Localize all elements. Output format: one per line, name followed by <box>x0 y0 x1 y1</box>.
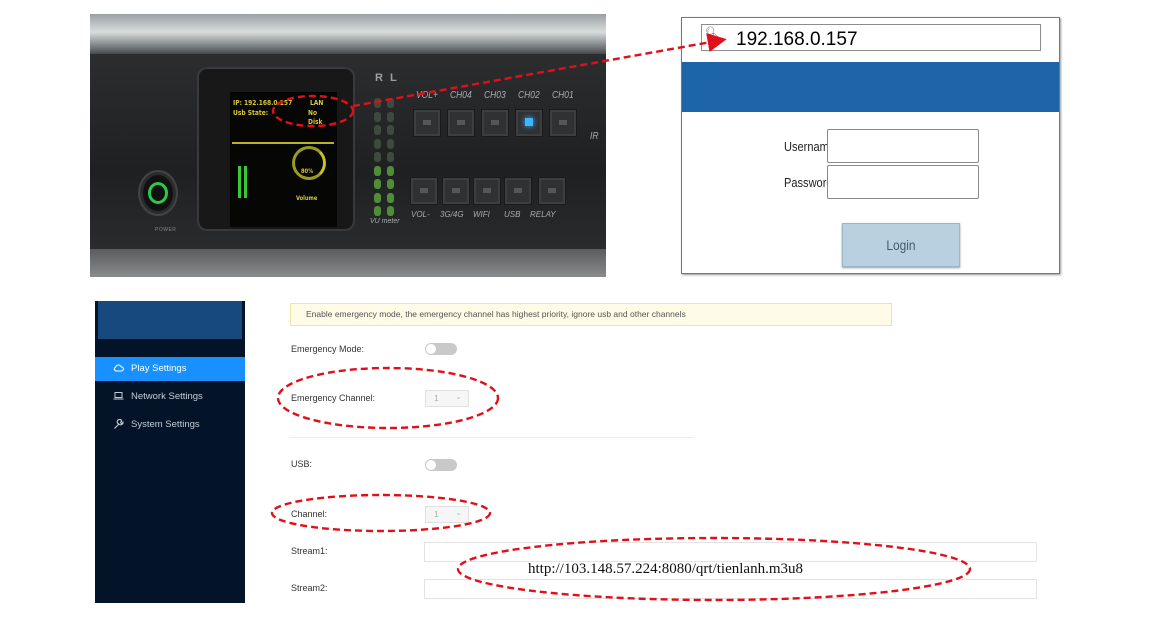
key-label-3g4g: 3G/4G <box>440 210 464 219</box>
stream1-label: Stream1: <box>291 546 328 556</box>
vu-led <box>387 111 394 122</box>
ch02-key <box>515 109 543 137</box>
channel-value: 1 <box>434 509 439 519</box>
volume-percent: 80% <box>301 168 314 175</box>
address-text: 192.168.0.157 <box>736 29 858 50</box>
usb-key <box>504 177 532 205</box>
cloud-icon <box>113 363 124 374</box>
emergency-mode-label: Emergency Mode: <box>291 344 365 354</box>
login-header-band <box>682 62 1059 112</box>
key-label-usb: USB <box>504 210 521 219</box>
vu-led <box>387 179 394 189</box>
vu-led <box>387 165 394 176</box>
vu-led <box>374 179 381 189</box>
vu-led <box>387 206 394 216</box>
channel-select[interactable]: 1 ⌄ <box>425 506 469 523</box>
login-button-label: Login <box>886 237 916 253</box>
vu-l-label: L <box>390 72 397 84</box>
wrench-icon <box>113 418 124 430</box>
sidebar-item-play-settings[interactable]: Play Settings <box>95 357 245 381</box>
vu-meter-label: VU meter <box>370 218 400 225</box>
usb-toggle[interactable] <box>425 459 457 471</box>
section-divider <box>290 437 693 438</box>
usb-label: USB: <box>291 459 313 469</box>
ch04-key <box>447 109 475 137</box>
key-label-ch02: CH02 <box>518 90 540 101</box>
password-field[interactable] <box>827 165 979 199</box>
lcd-no-disk: No Disk <box>308 109 323 126</box>
vol-down-key <box>410 177 438 205</box>
login-page-screenshot: 🔍︎ 192.168.0.157 Username Password Login <box>681 17 1060 274</box>
vu-led <box>374 138 381 149</box>
key-label-ch04: CH04 <box>450 90 472 101</box>
search-icon: 🔍︎ <box>705 27 719 39</box>
sidebar-item-label: Network Settings <box>131 391 203 402</box>
key-label-ch01: CH01 <box>552 90 574 101</box>
sidebar-item-label: System Settings <box>131 419 200 430</box>
vu-led <box>374 125 381 135</box>
channel-label: Channel: <box>291 509 328 519</box>
lcd-level-bar <box>238 166 241 198</box>
vu-led <box>387 125 394 135</box>
emergency-channel-select[interactable]: 1 ⌄ <box>425 390 469 407</box>
lcd-ip: IP: 192.168.0.157 <box>233 99 293 107</box>
sidebar-item-label: Play Settings <box>131 363 187 374</box>
vu-led <box>374 98 381 108</box>
notice-text: Enable emergency mode, the emergency cha… <box>306 309 686 319</box>
wifi-key <box>473 177 501 205</box>
lcd-usb-state: Usb State: <box>233 109 269 117</box>
username-field[interactable] <box>827 129 979 163</box>
key-label-vol-up: VOL+ <box>416 90 438 101</box>
ch03-key <box>481 109 509 137</box>
sidebar-logo-area <box>98 301 242 339</box>
password-label: Password <box>784 175 833 190</box>
lcd-level-bar <box>244 166 247 198</box>
vu-led <box>374 111 381 122</box>
laptop-icon <box>113 391 124 402</box>
chevron-down-icon: ⌄ <box>455 392 462 401</box>
lcd-divider <box>232 142 334 144</box>
vol-up-key <box>413 109 441 137</box>
vu-led <box>374 206 381 216</box>
device-front-panel-photo: POWER IP: 192.168.0.157 LAN Usb State: N… <box>90 14 606 277</box>
emergency-mode-toggle[interactable] <box>425 343 457 355</box>
emergency-notice-banner: Enable emergency mode, the emergency cha… <box>290 303 892 326</box>
sidebar-item-network-settings[interactable]: Network Settings <box>95 385 245 409</box>
relay-key <box>538 177 566 205</box>
stream1-input[interactable] <box>424 542 1037 562</box>
key-label-wifi: WIFI <box>473 210 490 219</box>
lcd-screen: IP: 192.168.0.157 LAN Usb State: No Disk… <box>230 92 337 227</box>
vu-r-label: R <box>375 72 383 84</box>
key-label-vol-down: VOL- <box>411 210 430 219</box>
emergency-channel-value: 1 <box>434 393 439 403</box>
vu-led <box>387 138 394 149</box>
emergency-channel-label: Emergency Channel: <box>291 393 376 403</box>
stream-url-annotation: http://103.148.57.224:8080/qrt/tienlanh.… <box>528 561 803 577</box>
login-button[interactable]: Login <box>842 223 960 267</box>
3g4g-key <box>442 177 470 205</box>
sidebar: Play Settings Network Settings System Se… <box>95 301 245 603</box>
stream2-label: Stream2: <box>291 583 328 593</box>
power-button <box>140 172 176 214</box>
vu-led <box>374 165 381 176</box>
stream2-input[interactable] <box>424 579 1037 599</box>
vu-led <box>387 152 394 162</box>
vu-led <box>387 192 394 203</box>
power-label: POWER <box>155 227 177 233</box>
vu-led <box>387 98 394 108</box>
sidebar-item-system-settings[interactable]: System Settings <box>95 413 245 437</box>
address-bar[interactable]: 🔍︎ 192.168.0.157 <box>701 24 1041 51</box>
ir-label: IR <box>590 131 599 142</box>
ch01-key <box>549 109 577 137</box>
key-label-relay: RELAY <box>530 210 556 219</box>
lcd-lan: LAN <box>310 99 324 107</box>
volume-label: Volume <box>296 195 318 202</box>
vu-led <box>374 192 381 203</box>
vu-led <box>374 152 381 162</box>
chevron-down-icon: ⌄ <box>455 508 462 517</box>
key-label-ch03: CH03 <box>484 90 506 101</box>
